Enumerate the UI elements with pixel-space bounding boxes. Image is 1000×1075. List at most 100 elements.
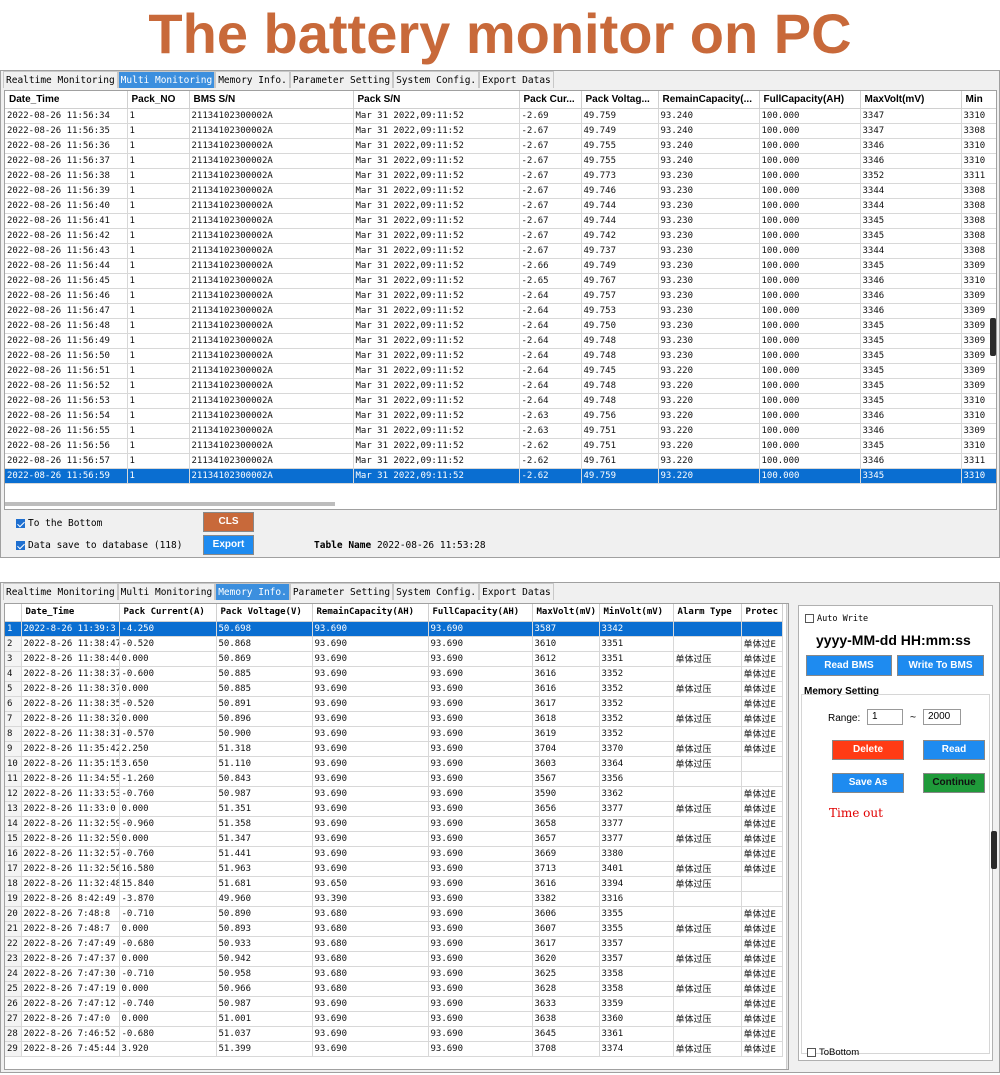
splitter-handle[interactable] xyxy=(990,318,996,356)
splitter-handle[interactable] xyxy=(991,831,997,869)
continue-button[interactable]: Continue xyxy=(923,773,985,793)
table-row[interactable]: 28 2022-8-26 7:46:52 -0.680 51.037 93.690 93.… xyxy=(5,1026,783,1042)
table-row[interactable]: 2022-08-26 11:56:44 1 21134102300002A Mar 3… xyxy=(5,258,996,274)
range-to-input[interactable]: 2000 xyxy=(923,709,961,725)
table-row[interactable]: 2022-08-26 11:56:52 1 21134102300002A Mar 3… xyxy=(5,378,996,394)
table-row[interactable]: 2022-08-26 11:56:49 1 21134102300002A Mar 3… xyxy=(5,333,996,349)
column-header[interactable]: Pack_NO xyxy=(127,91,190,109)
table-row[interactable]: 2022-08-26 11:56:39 1 21134102300002A Mar 3… xyxy=(5,183,996,199)
export-button[interactable]: Export xyxy=(203,535,254,555)
write-to-bms-button[interactable]: Write To BMS xyxy=(897,655,984,676)
to-bottom-checkbox[interactable]: To the Bottom xyxy=(16,518,102,529)
table-row[interactable]: 29 2022-8-26 7:45:44 3.920 51.399 93.690 93.6… xyxy=(5,1041,783,1057)
table-row[interactable]: 4 2022-8-26 11:38:37 -0.600 50.885 93.690 93.… xyxy=(5,666,783,682)
table-row[interactable]: 22 2022-8-26 7:47:49 -0.680 50.933 93.680 93.… xyxy=(5,936,783,952)
table-row[interactable]: 2022-08-26 11:56:37 1 21134102300002A Mar 3… xyxy=(5,153,996,169)
column-header[interactable]: BMS S/N xyxy=(189,91,354,109)
table-row[interactable]: 13 2022-8-26 11:33:0 0.000 51.351 93.690 93.6… xyxy=(5,801,783,817)
table-row[interactable]: 5 2022-8-26 11:38:37 0.000 50.885 93.690 93.6… xyxy=(5,681,783,697)
table-row[interactable]: 7 2022-8-26 11:38:32 0.000 50.896 93.690 93.6… xyxy=(5,711,783,727)
table-row[interactable]: 2022-08-26 11:56:42 1 21134102300002A Mar 3… xyxy=(5,228,996,244)
column-header[interactable]: Protec xyxy=(741,604,783,622)
column-header[interactable]: Alarm Type xyxy=(673,604,742,622)
table-row[interactable]: 2022-08-26 11:56:41 1 21134102300002A Mar 3… xyxy=(5,213,996,229)
table-row[interactable]: 2022-08-26 11:56:46 1 21134102300002A Mar 3… xyxy=(5,288,996,304)
cls-button[interactable]: CLS xyxy=(203,512,254,532)
table-row[interactable]: 15 2022-8-26 11:32:59 0.000 51.347 93.690 93.… xyxy=(5,831,783,847)
table-row[interactable]: 2022-08-26 11:56:43 1 21134102300002A Mar 3… xyxy=(5,243,996,259)
table-row[interactable]: 16 2022-8-26 11:32:57 -0.760 51.441 93.690 93… xyxy=(5,846,783,862)
column-header[interactable]: Date_Time xyxy=(21,604,120,622)
table-row[interactable]: 2022-08-26 11:56:40 1 21134102300002A Mar 3… xyxy=(5,198,996,214)
tab-system-config[interactable]: System Config. xyxy=(393,71,480,88)
column-header[interactable]: RemainCapacity(AH) xyxy=(312,604,429,622)
tab-memory-info[interactable]: Memory Info. xyxy=(215,583,290,600)
column-header[interactable]: FullCapacity(AH) xyxy=(759,91,861,109)
horizontal-scrollbar[interactable] xyxy=(5,502,335,506)
tobottom-checkbox[interactable]: ToBottom xyxy=(807,1047,859,1058)
column-header[interactable]: Pack Cur... xyxy=(519,91,582,109)
table-row[interactable]: 2022-08-26 11:56:35 1 21134102300002A Mar 3… xyxy=(5,123,996,139)
table-row[interactable]: 21 2022-8-26 7:48:7 0.000 50.893 93.680 93.69… xyxy=(5,921,783,937)
table-row[interactable]: 2022-08-26 11:56:59 1 21134102300002A Mar 3… xyxy=(5,468,996,484)
column-header[interactable]: Pack Current(A) xyxy=(119,604,217,622)
table-row[interactable]: 17 2022-8-26 11:32:56 16.580 51.963 93.690 93… xyxy=(5,861,783,877)
table-row[interactable]: 12 2022-8-26 11:33:53 -0.760 50.987 93.690 93… xyxy=(5,786,783,802)
table-row[interactable]: 2022-08-26 11:56:57 1 21134102300002A Mar 3… xyxy=(5,453,996,469)
tab-multi-monitoring[interactable]: Multi Monitoring xyxy=(117,71,216,88)
read-bms-button[interactable]: Read BMS xyxy=(806,655,892,676)
table-row[interactable]: 14 2022-8-26 11:32:59 -0.960 51.358 93.690 93… xyxy=(5,816,783,832)
table-row[interactable]: 9 2022-8-26 11:35:42 2.250 51.318 93.690 93.6… xyxy=(5,741,783,757)
table-row[interactable]: 2022-08-26 11:56:55 1 21134102300002A Mar 3… xyxy=(5,423,996,439)
table-row[interactable]: 2022-08-26 11:56:36 1 21134102300002A Mar 3… xyxy=(5,138,996,154)
tab-multi-monitoring[interactable]: Multi Monitoring xyxy=(117,583,216,600)
table-row[interactable]: 10 2022-8-26 11:35:15 3.650 51.110 93.690 93.… xyxy=(5,756,783,772)
column-header[interactable]: MaxVolt(mV) xyxy=(532,604,600,622)
table-row[interactable]: 11 2022-8-26 11:34:55 -1.260 50.843 93.690 93… xyxy=(5,771,783,787)
table-row[interactable]: 6 2022-8-26 11:38:35 -0.520 50.891 93.690 93.… xyxy=(5,696,783,712)
table-row[interactable]: 2022-08-26 11:56:56 1 21134102300002A Mar 3… xyxy=(5,438,996,454)
column-header[interactable] xyxy=(5,604,22,622)
table-row[interactable]: 19 2022-8-26 8:42:49 -3.870 49.960 93.390 93.… xyxy=(5,891,783,907)
vertical-scrollbar[interactable] xyxy=(786,604,788,1069)
delete-button[interactable]: Delete xyxy=(832,740,904,760)
column-header[interactable]: FullCapacity(AH) xyxy=(428,604,533,622)
tab-memory-info[interactable]: Memory Info. xyxy=(215,71,290,88)
column-header[interactable]: MinVolt(mV) xyxy=(599,604,674,622)
column-header[interactable]: MaxVolt(mV) xyxy=(860,91,962,109)
table-row[interactable]: 2022-08-26 11:56:54 1 21134102300002A Mar 3… xyxy=(5,408,996,424)
column-header[interactable]: RemainCapacity(... xyxy=(658,91,760,109)
table-row[interactable]: 2022-08-26 11:56:50 1 21134102300002A Mar 3… xyxy=(5,348,996,364)
tab-export-datas[interactable]: Export Datas xyxy=(479,71,554,88)
column-header[interactable]: Pack S/N xyxy=(353,91,520,109)
table-row[interactable]: 3 2022-8-26 11:38:44 0.000 50.869 93.690 93.6… xyxy=(5,651,783,667)
save-db-checkbox[interactable]: Data save to database (118) xyxy=(16,540,182,551)
auto-write-checkbox[interactable]: Auto Write xyxy=(805,614,868,624)
range-from-input[interactable]: 1 xyxy=(867,709,903,725)
table-row[interactable]: 2022-08-26 11:56:45 1 21134102300002A Mar 3… xyxy=(5,273,996,289)
table-row[interactable]: 18 2022-8-26 11:32:48 15.840 51.681 93.650 93… xyxy=(5,876,783,892)
tab-parameter-setting[interactable]: Parameter Setting xyxy=(289,583,394,600)
tab-realtime-monitoring[interactable]: Realtime Monitoring xyxy=(3,71,118,88)
tab-parameter-setting[interactable]: Parameter Setting xyxy=(289,71,394,88)
column-header[interactable]: Pack Voltag... xyxy=(581,91,659,109)
table-row[interactable]: 8 2022-8-26 11:38:31 -0.570 50.900 93.690 93.… xyxy=(5,726,783,742)
table-row[interactable]: 27 2022-8-26 7:47:0 0.000 51.001 93.690 93.69… xyxy=(5,1011,783,1027)
table-row[interactable]: 1 2022-8-26 11:39:3 -4.250 50.698 93.690 93.6… xyxy=(5,621,783,637)
table-row[interactable]: 25 2022-8-26 7:47:19 0.000 50.966 93.680 93.6… xyxy=(5,981,783,997)
read-button[interactable]: Read xyxy=(923,740,985,760)
column-header[interactable]: Min xyxy=(961,91,996,109)
save-as-button[interactable]: Save As xyxy=(832,773,904,793)
table-row[interactable]: 2 2022-8-26 11:38:47 -0.520 50.868 93.690 93.… xyxy=(5,636,783,652)
table-row[interactable]: 24 2022-8-26 7:47:30 -0.710 50.958 93.680 93.… xyxy=(5,966,783,982)
table-row[interactable]: 2022-08-26 11:56:38 1 21134102300002A Mar 3… xyxy=(5,168,996,184)
table-row[interactable]: 2022-08-26 11:56:34 1 21134102300002A Mar 3… xyxy=(5,108,996,124)
table-row[interactable]: 23 2022-8-26 7:47:37 0.000 50.942 93.680 93.6… xyxy=(5,951,783,967)
table-row[interactable]: 2022-08-26 11:56:51 1 21134102300002A Mar 3… xyxy=(5,363,996,379)
tab-system-config[interactable]: System Config. xyxy=(393,583,480,600)
table-row[interactable]: 2022-08-26 11:56:53 1 21134102300002A Mar 3… xyxy=(5,393,996,409)
column-header[interactable]: Pack Voltage(V) xyxy=(216,604,313,622)
column-header[interactable]: Date_Time xyxy=(5,91,128,109)
table-row[interactable]: 26 2022-8-26 7:47:12 -0.740 50.987 93.690 93.… xyxy=(5,996,783,1012)
table-row[interactable]: 2022-08-26 11:56:47 1 21134102300002A Mar 3… xyxy=(5,303,996,319)
